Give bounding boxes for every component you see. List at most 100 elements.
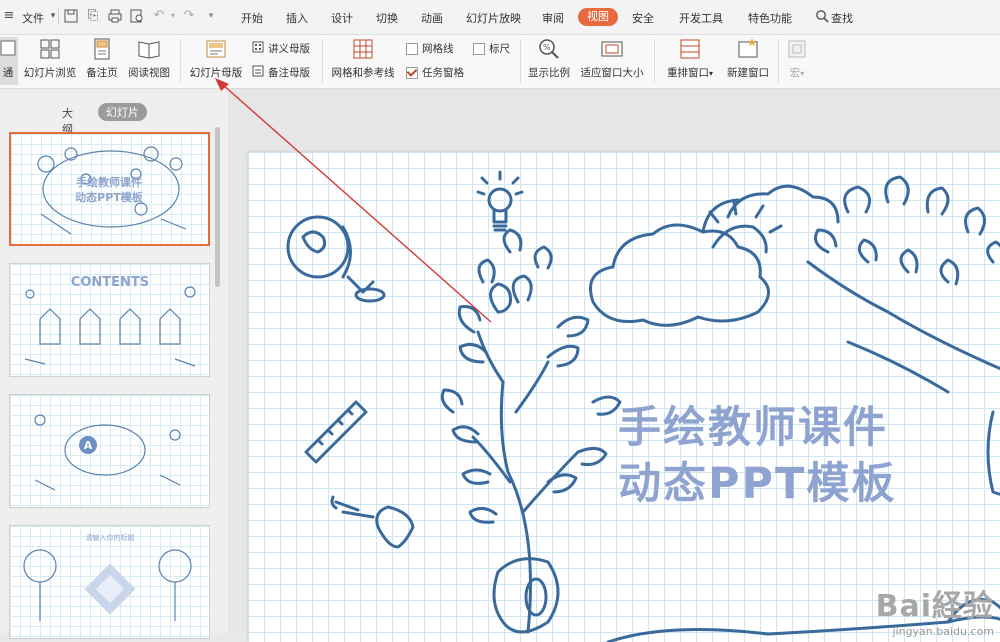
- thumbnail-title: 请输入你的标题: [86, 533, 135, 542]
- customize-qat-icon[interactable]: ▾: [204, 9, 218, 23]
- reading-view-button[interactable]: 阅读视图: [126, 37, 172, 80]
- print-icon[interactable]: [108, 9, 122, 23]
- undo-icon[interactable]: ↶: [152, 9, 166, 23]
- book-icon: [137, 37, 161, 61]
- slide-master-icon: [204, 37, 228, 61]
- notes-master-icon: [252, 65, 264, 80]
- tab-view[interactable]: 视图: [578, 8, 618, 26]
- notes-page-button[interactable]: 备注页: [82, 37, 122, 80]
- editing-canvas: 手绘教师课件 动态PPT模板 Bai経验 jingyan.baidu.com: [228, 89, 1000, 642]
- format-painter-icon[interactable]: ⎘: [86, 9, 100, 23]
- slide-thumbnail-art: CONTENTS: [24, 275, 196, 367]
- tab-developer[interactable]: 开发工具: [679, 10, 723, 26]
- divider: [778, 39, 779, 83]
- handout-master-icon: [252, 41, 264, 56]
- tab-animations[interactable]: 动画: [421, 10, 443, 26]
- chevron-down-icon[interactable]: ▾: [166, 9, 180, 23]
- sun-icon: [708, 200, 783, 254]
- slide-thumbnail-art: A: [34, 414, 181, 491]
- tab-transitions[interactable]: 切换: [376, 10, 398, 26]
- tab-slides[interactable]: 幻灯片: [98, 103, 147, 121]
- slide-thumbnail-2[interactable]: CONTENTS: [9, 263, 210, 377]
- arrange-window-button[interactable]: 重排窗口▾: [660, 37, 720, 80]
- task-pane-check[interactable]: [406, 66, 418, 79]
- fit-window-icon: [600, 37, 624, 61]
- handout-master-button[interactable]: 讲义母版: [252, 41, 310, 56]
- tab-featured[interactable]: 特色功能: [748, 10, 792, 26]
- tab-home[interactable]: 开始: [241, 10, 263, 26]
- bell-icon: [341, 505, 415, 549]
- thumbnail-title: 手绘教师课件: [76, 175, 142, 189]
- tab-insert[interactable]: 插入: [286, 10, 308, 26]
- zoom-icon: %: [537, 37, 561, 61]
- new-window-button[interactable]: 新建窗口: [724, 37, 772, 80]
- slide-thumbnail-3[interactable]: A: [9, 394, 210, 508]
- slide-thumbnail-1[interactable]: 手绘教师课件 动态PPT模板: [9, 132, 210, 246]
- lightbulb-icon: [476, 170, 524, 232]
- redo-icon[interactable]: ↷: [182, 9, 196, 23]
- slide[interactable]: 手绘教师课件 动态PPT模板 Bai経验 jingyan.baidu.com: [248, 152, 1000, 642]
- grid-guides-button[interactable]: 网格和参考线: [330, 37, 396, 80]
- pencil-icon: [330, 495, 360, 512]
- thumbnail-title: CONTENTS: [71, 275, 149, 290]
- slides-pane: 大纲 幻灯片 手绘教师课件 动态PPT模板 CONTENTS A 请输入你的标题: [0, 89, 228, 639]
- zoom-button[interactable]: % 显示比例: [526, 37, 572, 80]
- slide-master-button[interactable]: 幻灯片母版: [188, 37, 244, 80]
- macro-icon: [785, 37, 809, 61]
- menu-bar: ≡ 文件 ▾ ⎘ ↶ ▾ ↷ ▾ 开始 插入 设计 切换 动画 幻灯片放映 审阅…: [0, 0, 1000, 35]
- ruler-check[interactable]: [473, 42, 485, 55]
- slide-thumbnail-art: 请输入你的标题: [23, 533, 192, 621]
- hamburger-icon[interactable]: ≡: [2, 9, 16, 23]
- globe-icon: [286, 215, 386, 303]
- slide-title-line-1: 手绘教师课件: [618, 403, 888, 453]
- new-window-icon: [736, 37, 760, 61]
- gridlines-check[interactable]: [406, 42, 418, 55]
- tab-security[interactable]: 安全: [632, 10, 654, 26]
- divider: [180, 39, 181, 83]
- slide-thumbnail-4[interactable]: 请输入你的标题: [9, 525, 210, 639]
- ruler-checkbox[interactable]: 标尺: [473, 41, 510, 56]
- tree-trunk: [492, 557, 560, 634]
- tab-review[interactable]: 审阅: [542, 10, 564, 26]
- tab-slideshow[interactable]: 幻灯片放映: [466, 10, 521, 26]
- normal-view-button[interactable]: 通: [0, 37, 18, 85]
- thumbnail-title: A: [84, 439, 93, 452]
- task-pane-checkbox[interactable]: 任务窗格: [406, 65, 464, 80]
- watermark-url: jingyan.baidu.com: [892, 625, 994, 638]
- slide-sorter-icon: [38, 37, 62, 61]
- slide-thumbnail-art: 手绘教师课件 动态PPT模板: [37, 146, 187, 235]
- divider: [520, 39, 521, 83]
- arrange-window-icon: [678, 37, 702, 61]
- slide-title-line-2: 动态PPT模板: [618, 459, 897, 509]
- watermark: Bai経验 jingyan.baidu.com: [876, 581, 994, 638]
- gridlines-checkbox[interactable]: 网格线: [406, 41, 454, 56]
- ribbon-view: 通 幻灯片浏览 备注页 阅读视图 幻灯片母版 讲义母版 备注母版 网格和参考线 …: [0, 35, 1000, 89]
- notes-page-icon: [90, 37, 114, 61]
- chevron-down-icon: ▾: [708, 69, 713, 78]
- search-button[interactable]: 查找: [831, 10, 853, 26]
- sidebar-scrollbar[interactable]: [215, 127, 220, 287]
- slide-title[interactable]: 手绘教师课件 动态PPT模板: [618, 400, 978, 512]
- file-menu[interactable]: 文件: [22, 10, 44, 26]
- svg-text:%: %: [543, 43, 551, 52]
- search-icon[interactable]: [815, 9, 829, 23]
- slide-browse-button[interactable]: 幻灯片浏览: [22, 37, 78, 80]
- divider: [58, 9, 59, 25]
- divider: [654, 39, 655, 83]
- chevron-down-icon: ▾: [800, 69, 805, 78]
- divider: [322, 39, 323, 83]
- ruler-icon: [304, 400, 368, 464]
- tab-design[interactable]: 设计: [331, 10, 353, 26]
- save-icon[interactable]: [64, 9, 78, 23]
- fit-window-button[interactable]: 适应窗口大小: [578, 37, 646, 80]
- cloud-icon: [589, 184, 840, 327]
- print-preview-icon[interactable]: [130, 9, 144, 23]
- notes-master-button[interactable]: 备注母版: [252, 65, 310, 80]
- normal-view-icon: [0, 37, 16, 61]
- macro-button[interactable]: 宏▾: [784, 37, 810, 80]
- tree-illustration: [440, 228, 622, 634]
- watermark-logo-text: Bai経验: [875, 589, 994, 624]
- thumbnail-title: 动态PPT模板: [75, 190, 144, 204]
- grid-icon: [351, 37, 375, 61]
- slide-illustration: [286, 170, 1000, 642]
